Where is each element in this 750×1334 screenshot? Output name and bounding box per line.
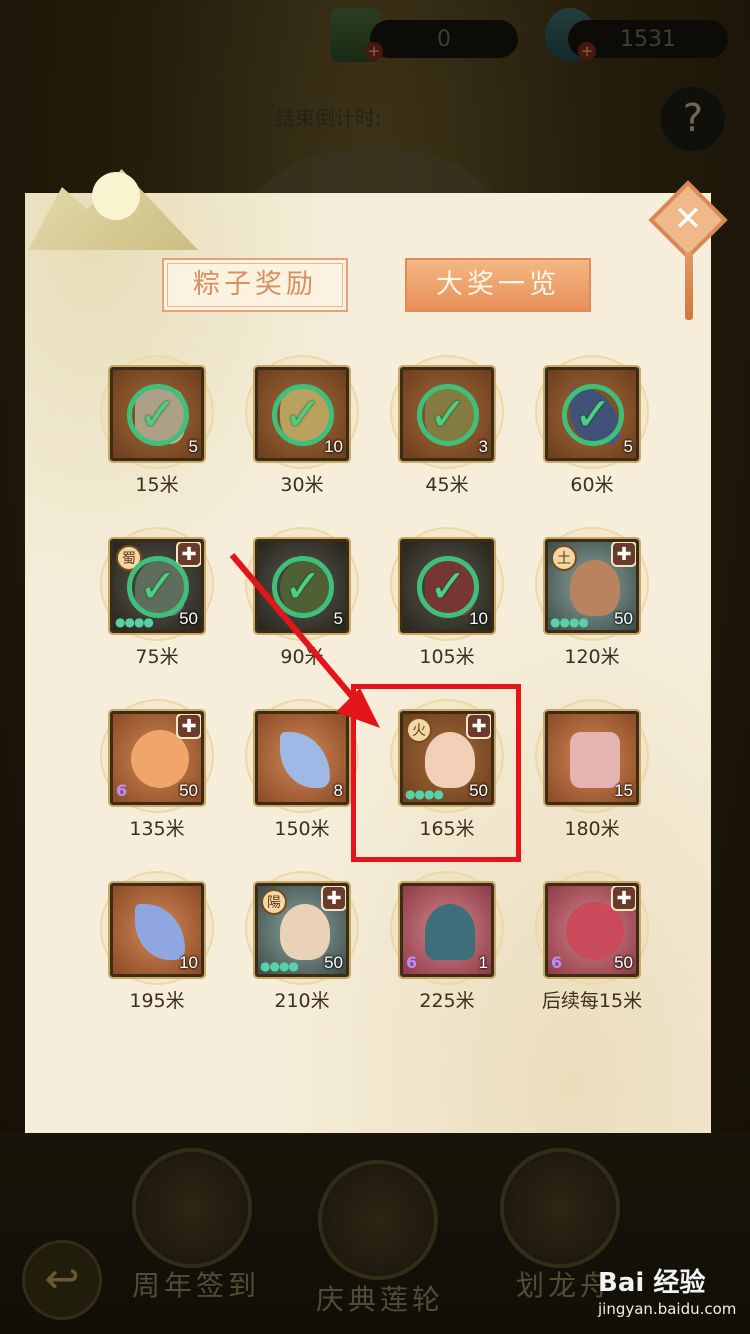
annotation-arrow: [229, 553, 380, 728]
watermark-url: jingyan.baidu.com: [598, 1300, 737, 1318]
watermark-brand: Bai 经验: [598, 1268, 706, 1298]
annotation-highlight-box: [351, 684, 521, 862]
